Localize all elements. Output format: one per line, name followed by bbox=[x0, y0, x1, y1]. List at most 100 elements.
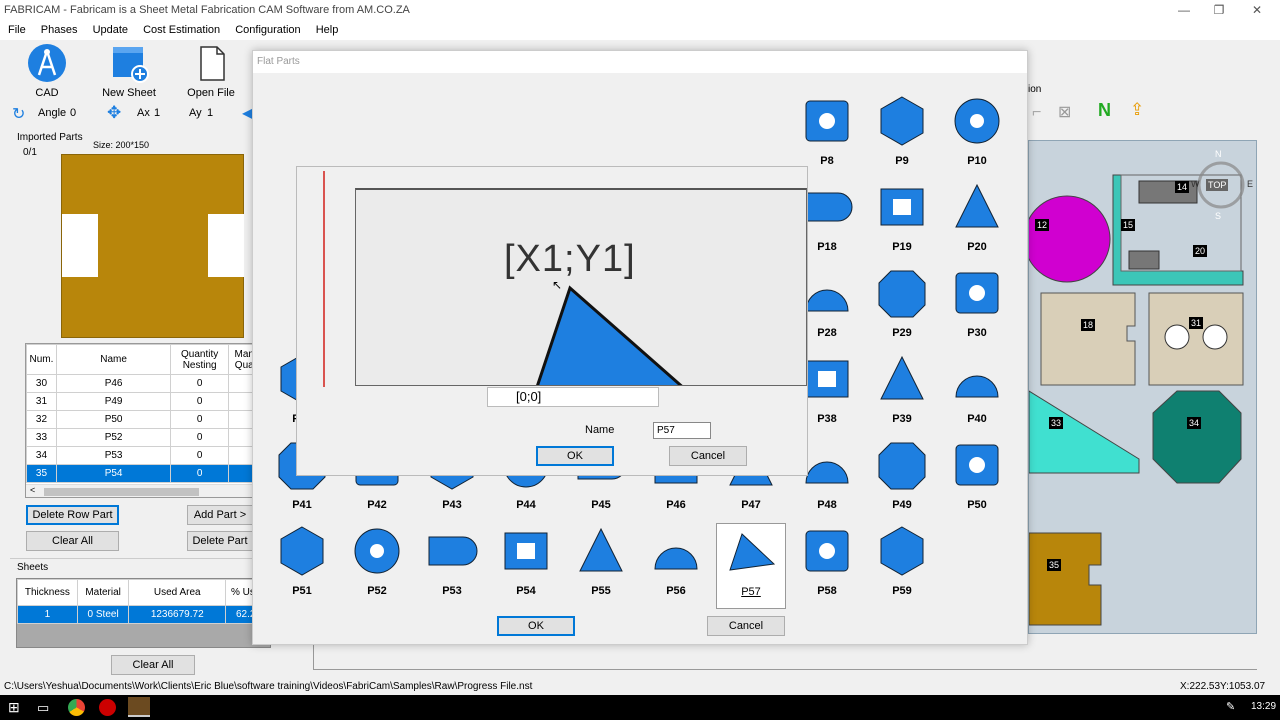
table-row[interactable]: 32 P50 0 bbox=[26, 410, 252, 429]
minimize-icon[interactable]: — bbox=[1165, 0, 1203, 20]
part-thumbnail bbox=[805, 100, 849, 142]
cell-num: 31 bbox=[26, 392, 57, 411]
sub-ok-button[interactable]: OK bbox=[536, 446, 614, 466]
dialog-cancel-button[interactable]: Cancel bbox=[707, 616, 785, 636]
scroll-thumb[interactable] bbox=[44, 488, 199, 496]
part-tile[interactable]: P57 bbox=[716, 523, 786, 609]
task-view-icon[interactable]: ▭ bbox=[37, 699, 54, 716]
col-manu-qty: Manu Quan bbox=[228, 344, 252, 375]
menu-file[interactable]: File bbox=[0, 20, 32, 40]
dialog-ok-button[interactable]: OK bbox=[497, 616, 575, 636]
triangle-shape bbox=[536, 285, 683, 385]
triangle-preview: [X1;Y1] ↖ bbox=[355, 188, 807, 386]
menu-help[interactable]: Help bbox=[310, 20, 345, 40]
clear-all-parts-button[interactable]: Clear All bbox=[26, 531, 119, 551]
maximize-icon[interactable]: ❐ bbox=[1200, 0, 1238, 20]
part-tile[interactable]: P30 bbox=[942, 265, 1012, 351]
col-material: Material bbox=[76, 579, 130, 606]
scroll-left-icon[interactable]: < bbox=[30, 485, 35, 495]
part-label: P30 bbox=[967, 327, 987, 339]
move-icon[interactable]: ✥ bbox=[107, 103, 121, 123]
part-thumbnail bbox=[654, 547, 698, 570]
table-row[interactable]: 30 P46 0 bbox=[26, 374, 252, 393]
chrome-icon[interactable] bbox=[68, 699, 85, 716]
part-tile[interactable]: P40 bbox=[942, 351, 1012, 437]
part-tile[interactable]: P49 bbox=[867, 437, 937, 523]
cell-manu bbox=[228, 428, 252, 447]
part-tile[interactable]: P39 bbox=[867, 351, 937, 437]
rotate-icon[interactable]: ↻ bbox=[12, 104, 25, 124]
part-tag: 34 bbox=[1187, 417, 1202, 429]
chart-tool-icon[interactable]: N bbox=[1098, 100, 1111, 121]
menu-configuration[interactable]: Configuration bbox=[229, 20, 306, 40]
table-row[interactable]: 33 P52 0 bbox=[26, 428, 252, 447]
part-tile[interactable]: P59 bbox=[867, 523, 937, 609]
part-label: P55 bbox=[591, 585, 611, 597]
cell-name: P49 bbox=[55, 392, 172, 411]
part-tile[interactable]: P10 bbox=[942, 93, 1012, 179]
name-input[interactable]: P57 bbox=[653, 422, 711, 439]
close-icon[interactable]: ✕ bbox=[1238, 0, 1276, 20]
menu-cost-estimation[interactable]: Cost Estimation bbox=[137, 20, 226, 40]
fabricam-task-icon[interactable] bbox=[128, 697, 150, 717]
ax-input[interactable]: 1 bbox=[154, 107, 160, 119]
new-sheet-button[interactable]: New Sheet bbox=[94, 40, 164, 99]
menu-update[interactable]: Update bbox=[87, 20, 134, 40]
part-tile[interactable]: P54 bbox=[491, 523, 561, 609]
nesting-canvas[interactable]: N TOP S E W 12 14 15 20 18 31 33 34 35 bbox=[1028, 140, 1257, 634]
open-file-button[interactable]: Open File bbox=[176, 40, 246, 99]
app-red-icon[interactable] bbox=[99, 699, 116, 716]
delete-part-button[interactable]: Delete Part bbox=[187, 531, 253, 551]
part-thumbnail bbox=[955, 183, 999, 228]
cad-button[interactable]: CAD bbox=[12, 40, 82, 99]
part-label: P58 bbox=[817, 585, 837, 597]
pen-icon[interactable]: ✎ bbox=[1226, 700, 1235, 713]
part-thumbnail bbox=[880, 96, 924, 146]
part-label: P44 bbox=[516, 499, 536, 511]
add-part-button[interactable]: Add Part > bbox=[187, 505, 253, 525]
part-tile[interactable]: P19 bbox=[867, 179, 937, 265]
compass-top[interactable]: TOP bbox=[1206, 179, 1229, 191]
export-tool-icon[interactable]: ⇪ bbox=[1130, 100, 1144, 120]
part-thumbnail bbox=[805, 530, 849, 572]
part-tile[interactable]: P29 bbox=[867, 265, 937, 351]
table-scrollbar[interactable]: < bbox=[26, 484, 252, 497]
part-tile[interactable]: P20 bbox=[942, 179, 1012, 265]
part-tile[interactable]: P55 bbox=[566, 523, 636, 609]
part-tile[interactable]: P56 bbox=[641, 523, 711, 609]
part-thumbnail bbox=[504, 532, 548, 570]
clock: 13:29 bbox=[1251, 701, 1277, 712]
table-row[interactable]: 31 P49 0 bbox=[26, 392, 252, 411]
part-tile[interactable]: P58 bbox=[792, 523, 862, 609]
part-thumbnail bbox=[880, 526, 924, 576]
table-row[interactable]: 34 P53 0 bbox=[26, 446, 252, 465]
windows-start-icon[interactable]: ⊞ bbox=[8, 699, 25, 716]
delete-tool-icon[interactable]: ⊠ bbox=[1058, 102, 1071, 122]
compass-n: N bbox=[1215, 149, 1222, 159]
clear-all-sheets-button[interactable]: Clear All bbox=[111, 655, 195, 675]
part-thumbnail bbox=[428, 536, 478, 566]
part-tile[interactable]: P53 bbox=[417, 523, 487, 609]
menu-phases[interactable]: Phases bbox=[35, 20, 84, 40]
sheet-row[interactable]: 1 0 Steel 1236679.72 62.21 bbox=[17, 605, 272, 624]
angle-input[interactable]: 0 bbox=[70, 107, 76, 119]
sheets-table: Thickness Material Used Area % Used 1 0 … bbox=[16, 578, 272, 648]
part-label: P43 bbox=[442, 499, 462, 511]
part-label: P59 bbox=[892, 585, 912, 597]
dialog-title: Flat Parts bbox=[253, 51, 1027, 73]
part-label: P49 bbox=[892, 499, 912, 511]
sub-cancel-button[interactable]: Cancel bbox=[669, 446, 747, 466]
ay-input[interactable]: 1 bbox=[207, 107, 213, 119]
delete-row-part-button[interactable]: Delete Row Part bbox=[26, 505, 119, 525]
part-tile[interactable]: P50 bbox=[942, 437, 1012, 523]
part-tile[interactable]: P51 bbox=[267, 523, 337, 609]
tool-icon[interactable]: ⌐ bbox=[1032, 104, 1041, 122]
part-tile[interactable]: P9 bbox=[867, 93, 937, 179]
part-label: P47 bbox=[741, 499, 761, 511]
cell-num: 30 bbox=[26, 374, 57, 393]
part-tile[interactable]: P52 bbox=[342, 523, 412, 609]
ax-label: Ax bbox=[137, 107, 150, 119]
part-label: P39 bbox=[892, 413, 912, 425]
table-row-selected[interactable]: 35 P54 0 bbox=[26, 464, 252, 483]
cell-used-area: 1236679.72 bbox=[128, 605, 226, 624]
